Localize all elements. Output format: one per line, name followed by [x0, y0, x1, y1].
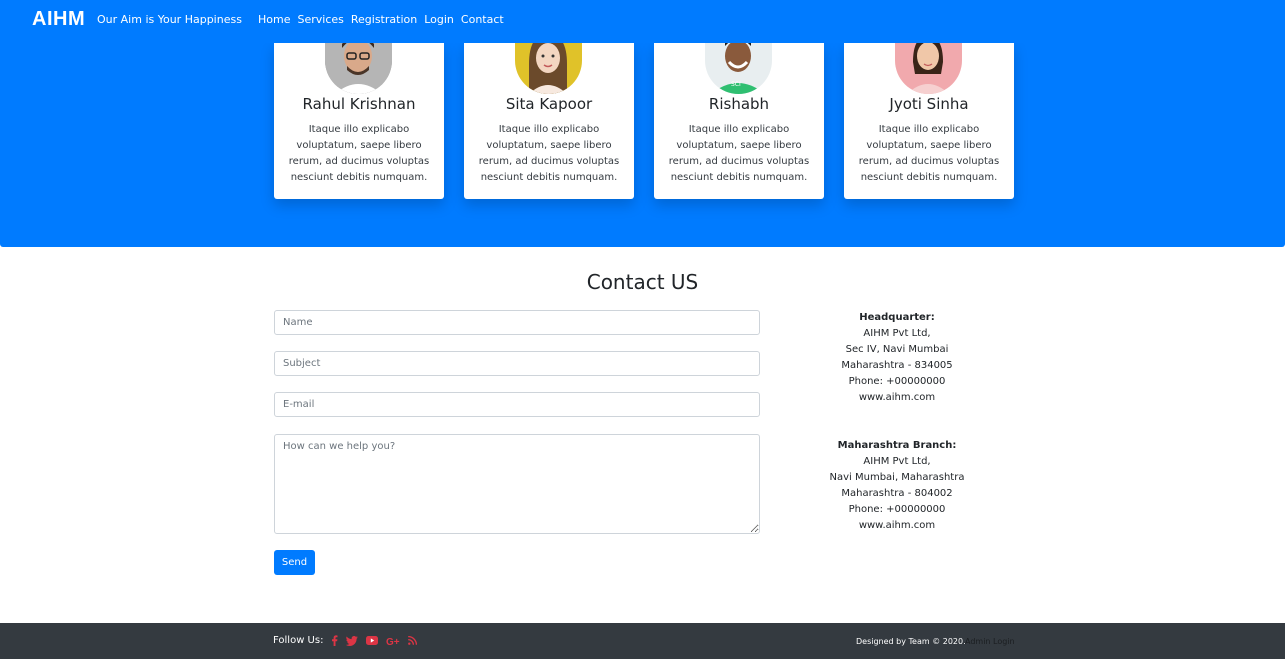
admin-login-link[interactable]: Admin Login: [965, 637, 1015, 646]
team-card: SCI Rishabh Itaque illo explicabo volupt…: [654, 34, 824, 199]
message-textarea[interactable]: [274, 434, 760, 534]
designed-by: Designed by Team © 2020.: [856, 637, 966, 646]
name-input[interactable]: [274, 310, 760, 335]
svg-text:SCI: SCI: [731, 81, 741, 88]
team-card: Rahul Krishnan Itaque illo explicabo vol…: [274, 34, 444, 199]
address-line: AIHM Pvt Ltd,: [863, 328, 931, 339]
nav-services[interactable]: Services: [297, 13, 343, 26]
address-line: Maharashtra - 834005: [841, 360, 953, 371]
rss-icon[interactable]: [408, 636, 418, 645]
team-description: Itaque illo explicabo voluptatum, saepe …: [668, 124, 810, 183]
team-description: Itaque illo explicabo voluptatum, saepe …: [288, 124, 430, 183]
email-input[interactable]: [274, 392, 760, 417]
address-line: Phone: +00000000: [848, 504, 946, 515]
nav-registration[interactable]: Registration: [351, 13, 417, 26]
brand-tagline: Our Aim is Your Happiness: [97, 13, 242, 26]
address-headquarter: Headquarter: AIHM Pvt Ltd, Sec IV, Navi …: [797, 310, 997, 406]
follow-label: Follow Us:: [273, 635, 324, 646]
team-description: Itaque illo explicabo voluptatum, saepe …: [858, 124, 1000, 183]
brand-logo[interactable]: AIHM: [32, 8, 85, 31]
team-card: Sita Kapoor Itaque illo explicabo volupt…: [464, 34, 634, 199]
send-button[interactable]: Send: [274, 550, 315, 575]
navbar: AIHM Our Aim is Your Happiness Home Serv…: [0, 0, 1285, 43]
team-avatar: [325, 34, 392, 94]
nav-contact[interactable]: Contact: [461, 13, 504, 26]
address-line: Sec IV, Navi Mumbai: [845, 344, 949, 355]
svg-text:G+: G+: [386, 637, 400, 646]
facebook-icon[interactable]: [331, 635, 338, 646]
follow-us: Follow Us: G+: [273, 635, 418, 646]
subject-input[interactable]: [274, 351, 760, 376]
team-name: Rishabh: [708, 95, 770, 113]
address-line: Navi Mumbai, Maharashtra: [829, 472, 965, 483]
address-branch: Maharashtra Branch: AIHM Pvt Ltd, Navi M…: [797, 438, 997, 534]
team-section: Rahul Krishnan Itaque illo explicabo vol…: [0, 34, 1285, 247]
twitter-icon[interactable]: [346, 635, 359, 646]
team-description: Itaque illo explicabo voluptatum, saepe …: [478, 124, 620, 183]
youtube-icon[interactable]: [366, 636, 379, 645]
team-name: Rahul Krishnan: [302, 95, 416, 113]
address-line: www.aihm.com: [858, 392, 936, 403]
footer: Follow Us: G+ Designed by Team © 2020. A…: [0, 623, 1285, 659]
nav-login[interactable]: Login: [424, 13, 454, 26]
team-avatar: SCI: [705, 34, 772, 94]
team-name: Jyoti Sinha: [889, 95, 969, 113]
address-line: AIHM Pvt Ltd,: [863, 456, 931, 467]
address-heading: Headquarter:: [859, 312, 935, 323]
team-avatar: [895, 34, 962, 94]
team-avatar: [515, 34, 582, 94]
address-line: Phone: +00000000: [848, 376, 946, 387]
team-card: Jyoti Sinha Itaque illo explicabo volupt…: [844, 34, 1014, 199]
nav-links: Home Services Registration Login Contact: [258, 13, 504, 26]
team-name: Sita Kapoor: [505, 95, 593, 113]
address-heading: Maharashtra Branch:: [837, 440, 957, 451]
address-line: Maharashtra - 804002: [841, 488, 953, 499]
address-line: www.aihm.com: [858, 520, 936, 531]
google-plus-icon[interactable]: G+: [386, 636, 400, 646]
contact-title: Contact US: [586, 270, 699, 294]
nav-home[interactable]: Home: [258, 13, 290, 26]
